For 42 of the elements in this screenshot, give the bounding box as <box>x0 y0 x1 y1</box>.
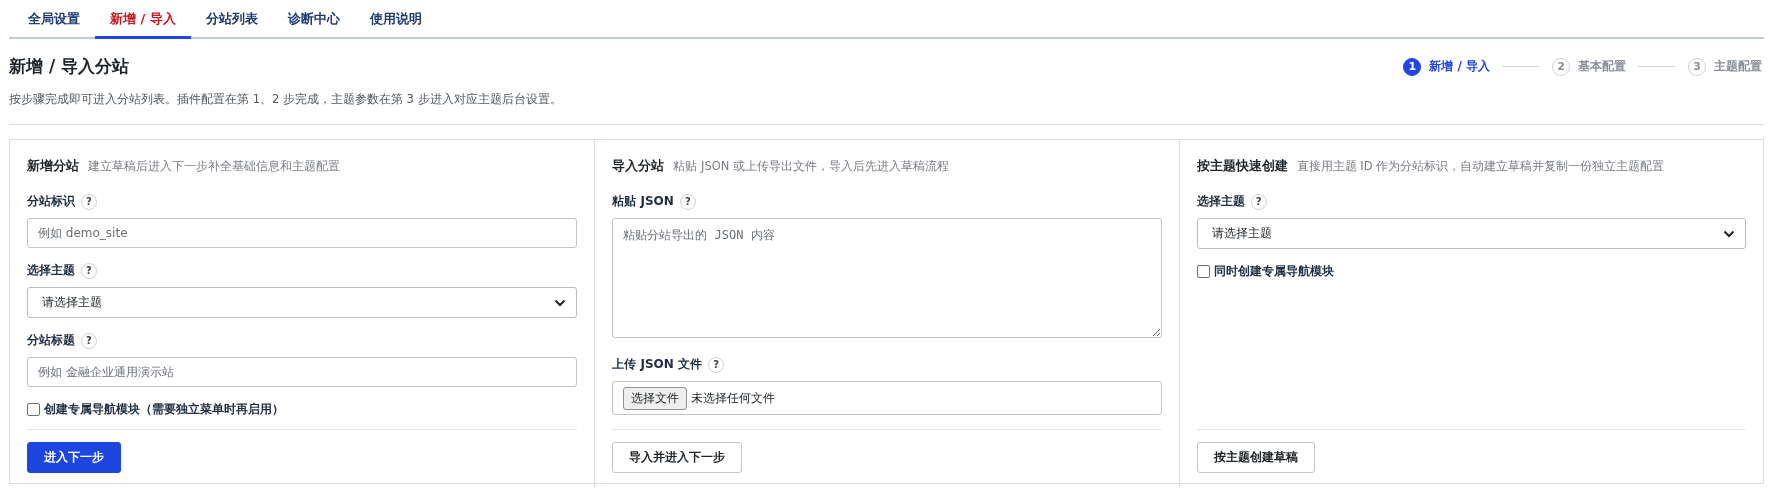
step-number: 1 <box>1403 57 1422 76</box>
submit-button[interactable]: 导入并进入下一步 <box>612 442 743 473</box>
nav-tab[interactable]: 分站列表 <box>190 2 273 39</box>
page-description: 按步骤完成即可进入分站列表。插件配置在第 1、2 步完成，主题参数在第 3 步进入对应主题后台设置。 <box>9 92 563 107</box>
submit-button[interactable]: 进入下一步 <box>27 442 121 473</box>
field-label: 分站标识 <box>27 193 75 210</box>
field-label: 选择主题 <box>1196 193 1245 210</box>
file-status: 未选择任何文件 <box>691 389 776 407</box>
choose-file-button[interactable]: 选择文件 <box>623 386 688 410</box>
json-textarea[interactable]: 粘贴分站导出的 JSON 内容 <box>612 218 1162 338</box>
select-field[interactable]: 请选择主题 <box>27 287 578 318</box>
step-label: 基本配置 <box>1578 58 1626 75</box>
checkbox[interactable] <box>27 403 40 416</box>
checkbox-label: 同时创建专属导航模块 <box>1213 263 1334 280</box>
nav-tab[interactable]: 使用说明 <box>354 2 437 39</box>
field-label: 粘贴 JSON <box>612 193 674 210</box>
panel-hint: 直接用主题 ID 作为分站标识，自动建立草稿并复制一份独立主题配置 <box>1296 159 1665 174</box>
panel-title: 按主题快速创建 <box>1196 158 1288 175</box>
nav-tab[interactable]: 诊断中心 <box>272 2 355 39</box>
nav-tab[interactable]: 全局设置 <box>13 2 95 39</box>
field-label: 分站标题 <box>27 332 75 349</box>
step-label: 新增 / 导入 <box>1429 58 1490 75</box>
chevron-down-icon <box>1723 229 1735 238</box>
step-label: 主题配置 <box>1714 58 1762 75</box>
field-label: 上传 JSON 文件 <box>612 356 703 373</box>
text-field[interactable]: 例如 demo_site <box>27 218 578 248</box>
select-field[interactable]: 请选择主题 <box>1196 218 1746 249</box>
step-number: 3 <box>1688 57 1706 76</box>
checkbox-label: 创建专属导航模块（需要独立菜单时再启用） <box>44 401 284 418</box>
submit-button[interactable]: 按主题创建草稿 <box>1196 442 1315 473</box>
panel-title: 新增分站 <box>27 158 79 175</box>
panel-hint: 建立草稿后进入下一步补全基础信息和主题配置 <box>88 159 340 174</box>
nav-tab[interactable]: 新增 / 导入 <box>95 2 191 39</box>
text-field[interactable]: 例如 金融企业通用演示站 <box>27 357 578 387</box>
checkbox[interactable] <box>1196 265 1210 278</box>
file-field[interactable]: 选择文件 未选择任何文件 <box>612 381 1162 415</box>
panel-hint: 粘贴 JSON 或上传导出文件，导入后先进入草稿流程 <box>673 159 949 174</box>
panel-title: 导入分站 <box>612 158 665 175</box>
chevron-down-icon <box>554 298 567 307</box>
step-number: 2 <box>1552 57 1570 76</box>
field-label: 选择主题 <box>27 262 75 279</box>
page-title: 新增 / 导入分站 <box>9 55 130 78</box>
